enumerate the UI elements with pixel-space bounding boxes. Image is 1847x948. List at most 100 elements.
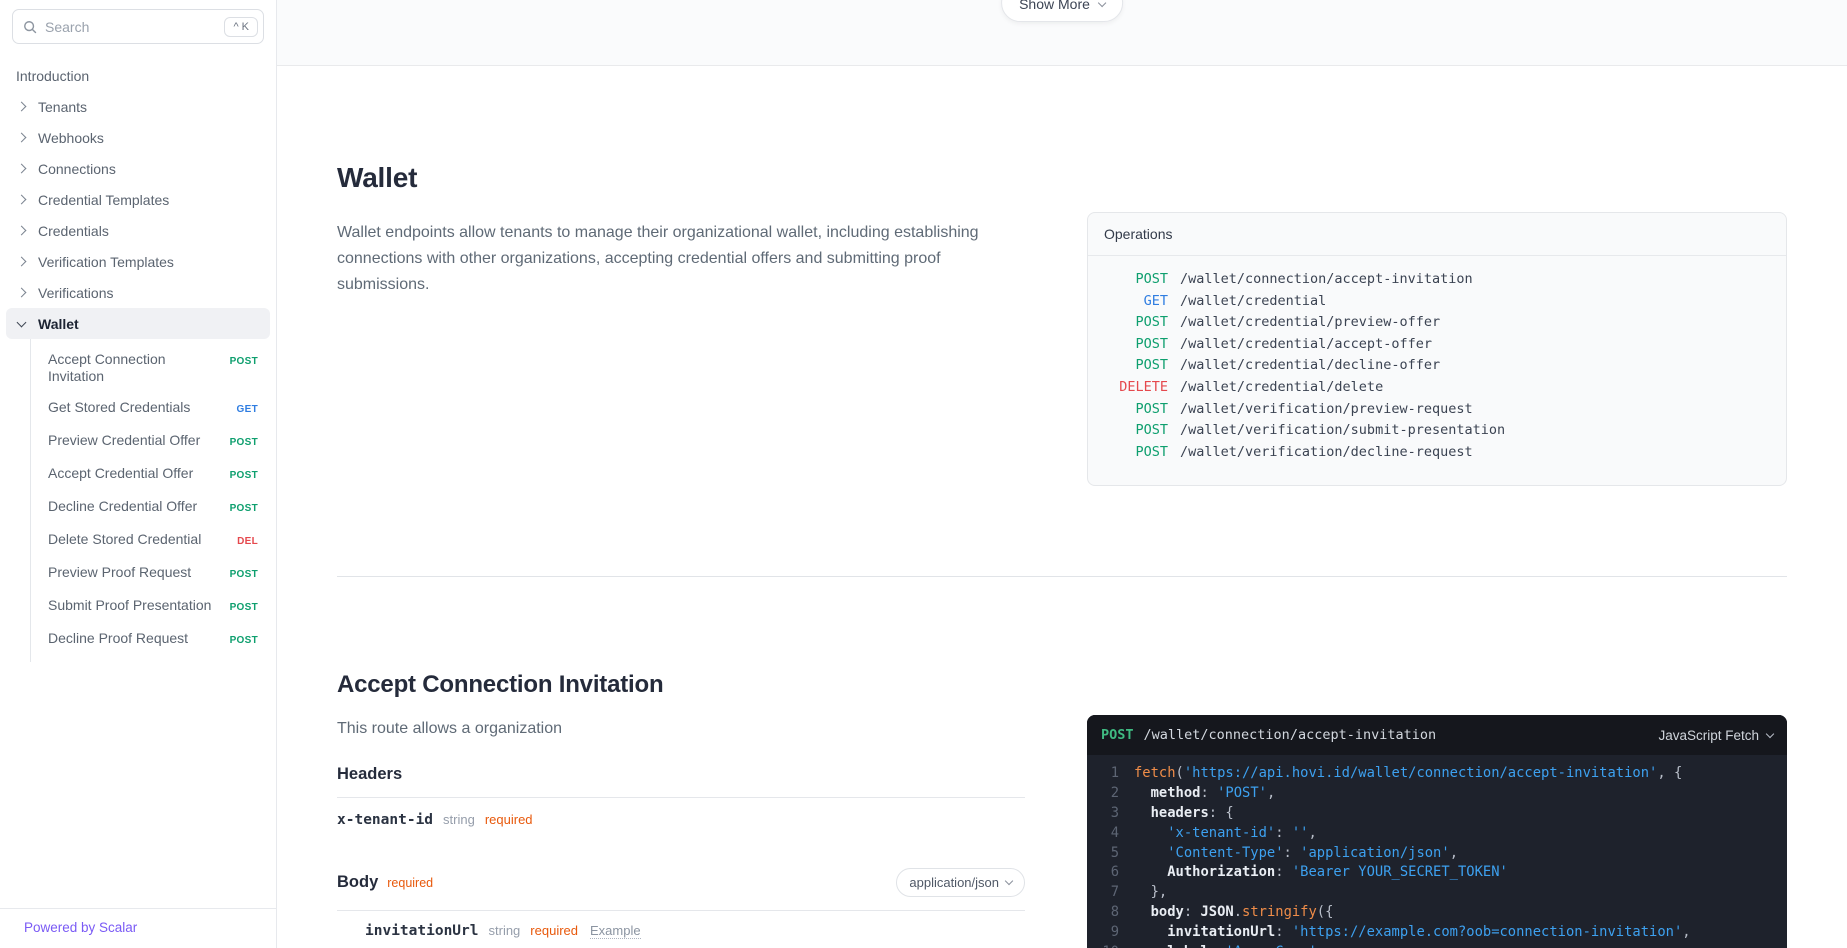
sidebar-item-submit-proof-presentation[interactable]: Submit Proof PresentationPOST: [31, 590, 276, 623]
chevron-down-icon: [1005, 877, 1013, 885]
sidebar-item-label: Tenants: [38, 99, 87, 115]
operation-method: DELETE: [1104, 377, 1168, 399]
operation-path: /wallet/credential/delete: [1180, 377, 1383, 399]
operation-row[interactable]: GET/wallet/credential: [1104, 291, 1770, 313]
operations-card: Operations POST/wallet/connection/accept…: [1087, 212, 1787, 486]
body-head: Body required application/json: [337, 868, 1025, 897]
operation-row[interactable]: POST/wallet/connection/accept-invitation: [1104, 269, 1770, 291]
sidebar-item-accept-connection-invitation[interactable]: Accept Connection InvitationPOST: [31, 344, 276, 392]
body-params-list: invitationUrlstringrequiredExamplealiass…: [365, 911, 1025, 948]
code-token: ,: [1682, 924, 1690, 940]
code-token: invitationUrl: [1167, 924, 1275, 940]
sidebar-item-decline-credential-offer[interactable]: Decline Credential OfferPOST: [31, 491, 276, 524]
code-line: 2 method: 'POST',: [1087, 784, 1777, 804]
code-text: Authorization: 'Bearer YOUR_SECRET_TOKEN…: [1134, 863, 1508, 883]
sidebar-item-preview-credential-offer[interactable]: Preview Credential OfferPOST: [31, 425, 276, 458]
body-required-flag: required: [387, 876, 433, 890]
sidebar-item-label: Accept Connection Invitation: [48, 351, 230, 385]
search-shortcut-badge: ^ K: [224, 17, 258, 37]
sidebar-item-connections[interactable]: Connections: [0, 153, 276, 184]
page-title: Wallet: [337, 162, 1025, 194]
sidebar-item-delete-stored-credential[interactable]: Delete Stored CredentialDEL: [31, 524, 276, 557]
sidebar-item-verification-templates[interactable]: Verification Templates: [0, 246, 276, 277]
sidebar-item-decline-proof-request[interactable]: Decline Proof RequestPOST: [31, 623, 276, 656]
sidebar-item-introduction[interactable]: Introduction: [0, 60, 276, 91]
param-name: x-tenant-id: [337, 812, 433, 828]
sidebar-item-preview-proof-request[interactable]: Preview Proof RequestPOST: [31, 557, 276, 590]
operation-row[interactable]: POST/wallet/credential/decline-offer: [1104, 355, 1770, 377]
main-area: Show More Wallet Wallet endpoints allow …: [277, 0, 1847, 948]
code-line: 7 },: [1087, 883, 1777, 903]
search-wrap: Search ^ K: [0, 0, 276, 56]
code-token: method: [1151, 785, 1201, 801]
sidebar-item-label: Webhooks: [38, 130, 104, 146]
chevron-down-icon: [1766, 730, 1774, 738]
param-required-flag: required: [530, 923, 578, 938]
line-number: 7: [1087, 883, 1119, 903]
sidebar-item-tenants[interactable]: Tenants: [0, 91, 276, 122]
sidebar-item-credential-templates[interactable]: Credential Templates: [0, 184, 276, 215]
sidebar-item-webhooks[interactable]: Webhooks: [0, 122, 276, 153]
powered-by-scalar-link[interactable]: Powered by Scalar: [0, 908, 276, 948]
code-text: headers: {: [1134, 804, 1234, 824]
operations-card-title: Operations: [1088, 213, 1786, 256]
content-type-select[interactable]: application/json: [896, 868, 1025, 897]
wallet-sub-list: Accept Connection InvitationPOSTGet Stor…: [30, 339, 276, 662]
sidebar-item-wallet[interactable]: Wallet: [6, 308, 270, 339]
code-token: [1134, 785, 1151, 801]
operation-row[interactable]: POST/wallet/verification/decline-request: [1104, 442, 1770, 464]
code-token: 'Acme Corp': [1225, 944, 1316, 948]
body-param-row: invitationUrlstringrequiredExample: [365, 911, 1025, 948]
code-text: fetch('https://api.hovi.id/wallet/connec…: [1134, 764, 1682, 784]
code-path: /wallet/connection/accept-invitation: [1144, 727, 1659, 743]
operation-path: /wallet/verification/decline-request: [1180, 442, 1473, 464]
method-badge: POST: [230, 500, 258, 517]
operation-row[interactable]: DELETE/wallet/credential/delete: [1104, 377, 1770, 399]
code-token: : {: [1209, 805, 1234, 821]
chevron-right-icon: [17, 164, 27, 174]
search-input[interactable]: Search ^ K: [12, 9, 264, 44]
param-type: string: [443, 812, 475, 827]
code-language-select[interactable]: JavaScript Fetch: [1658, 728, 1773, 743]
code-token: 'https://example.com?oob=connection-invi…: [1292, 924, 1682, 940]
code-text: label: 'Acme Corp',: [1134, 943, 1325, 948]
sidebar-item-label: Verifications: [38, 285, 113, 301]
line-number: 6: [1087, 863, 1119, 883]
code-token: [1134, 825, 1167, 841]
chevron-down-icon: [1098, 0, 1106, 7]
sidebar-item-accept-credential-offer[interactable]: Accept Credential OfferPOST: [31, 458, 276, 491]
sidebar-item-label: Connections: [38, 161, 116, 177]
wallet-section-text: Wallet Wallet endpoints allow tenants to…: [337, 162, 1025, 486]
wallet-description: Wallet endpoints allow tenants to manage…: [337, 220, 1025, 298]
code-text: 'Content-Type': 'application/json',: [1134, 844, 1458, 864]
operation-path: /wallet/verification/preview-request: [1180, 399, 1473, 421]
endpoint-section: Accept Connection Invitation This route …: [277, 577, 1847, 948]
operation-row[interactable]: POST/wallet/credential/accept-offer: [1104, 334, 1770, 356]
operation-row[interactable]: POST/wallet/verification/preview-request: [1104, 399, 1770, 421]
sidebar-item-get-stored-credentials[interactable]: Get Stored CredentialsGET: [31, 392, 276, 425]
sidebar-item-credentials[interactable]: Credentials: [0, 215, 276, 246]
sidebar-item-label: Decline Proof Request: [48, 630, 230, 647]
code-token: ,: [1267, 785, 1275, 801]
code-token: :: [1275, 924, 1292, 940]
operation-row[interactable]: POST/wallet/verification/submit-presenta…: [1104, 420, 1770, 442]
chevron-down-icon: [17, 317, 27, 327]
sidebar-item-label: Accept Credential Offer: [48, 465, 230, 482]
sidebar-item-verifications[interactable]: Verifications: [0, 277, 276, 308]
operation-path: /wallet/connection/accept-invitation: [1180, 269, 1473, 291]
sidebar-item-label: Delete Stored Credential: [48, 531, 237, 548]
param-type: string: [489, 923, 521, 938]
sidebar-item-label: Credential Templates: [38, 192, 169, 208]
code-language-value: JavaScript Fetch: [1658, 728, 1759, 743]
sidebar-item-label: Verification Templates: [38, 254, 174, 270]
sidebar-item-label: Decline Credential Offer: [48, 498, 230, 515]
example-link[interactable]: Example: [590, 923, 641, 939]
show-more-button[interactable]: Show More: [1001, 0, 1123, 22]
operation-method: POST: [1104, 334, 1168, 356]
code-header: POST /wallet/connection/accept-invitatio…: [1087, 715, 1787, 755]
operation-method: GET: [1104, 291, 1168, 313]
headers-title: Headers: [337, 765, 1025, 784]
operation-row[interactable]: POST/wallet/credential/preview-offer: [1104, 312, 1770, 334]
method-badge: POST: [230, 599, 258, 616]
code-line: 9 invitationUrl: 'https://example.com?oo…: [1087, 923, 1777, 943]
